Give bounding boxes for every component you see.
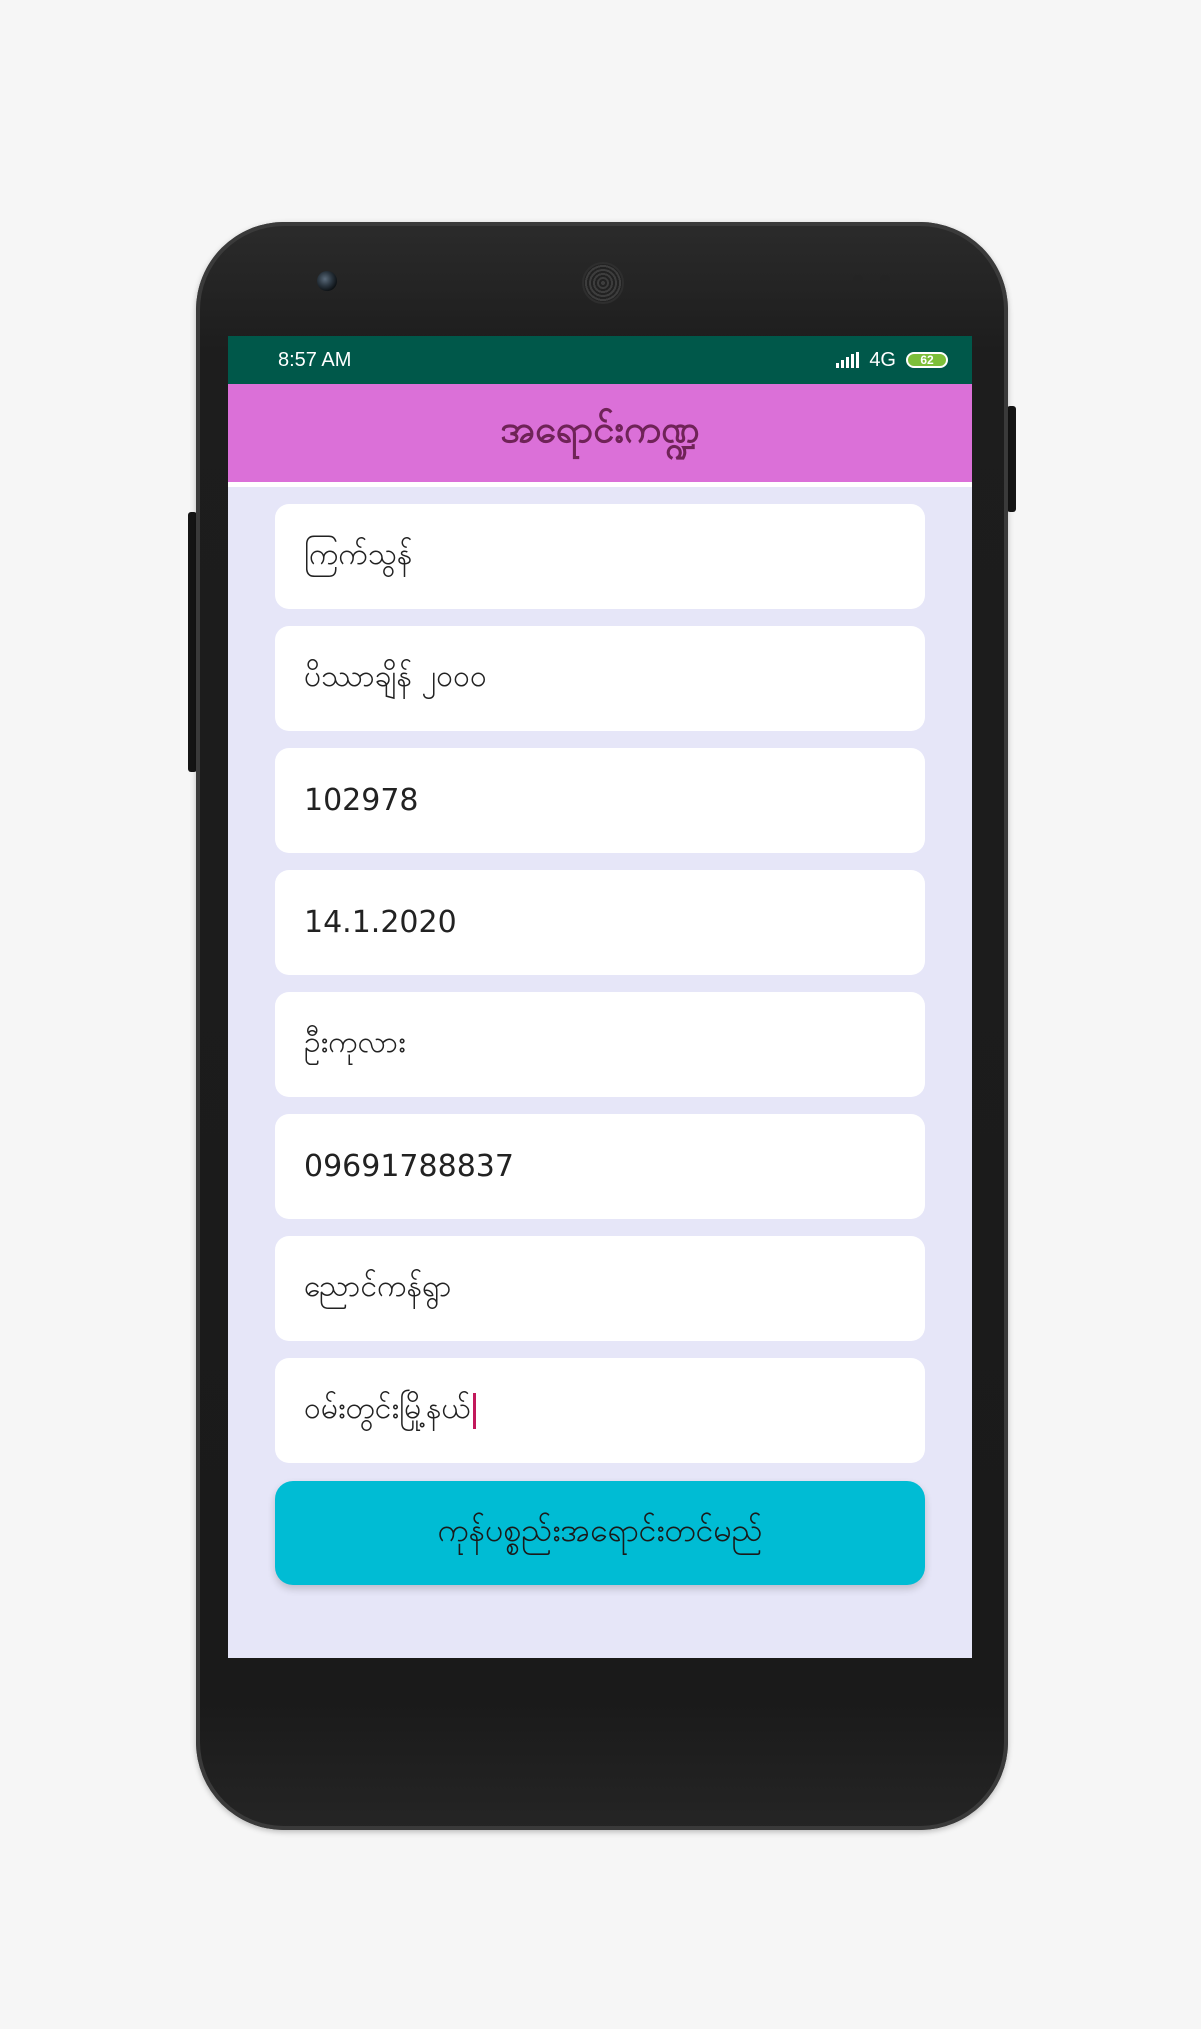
battery-level: 62: [920, 353, 934, 367]
sales-form: ကြက်သွန် ပိဿာချိန် ၂၀၀၀ 102978 14.1.2020…: [228, 487, 972, 1585]
front-camera-icon: [317, 271, 337, 291]
quantity-field[interactable]: ပိဿာချိန် ၂၀၀၀: [275, 626, 925, 731]
phone-screen: 8:57 AM 4G 62 အရောင်းကဏ္ဍ ကြက်သွန် ပိဿာခ…: [228, 336, 972, 1658]
township-field[interactable]: ဝမ်းတွင်းမြို့နယ်: [275, 1358, 925, 1463]
field-value: ညောင်ကန်ရွာ: [304, 1269, 452, 1304]
price-field[interactable]: 102978: [275, 748, 925, 853]
seller-name-field[interactable]: ဦးကုလား: [275, 992, 925, 1097]
field-value: ဦးကုလား: [304, 1025, 406, 1060]
submit-sale-button[interactable]: ကုန်ပစ္စည်းအရောင်းတင်မည်: [275, 1481, 925, 1585]
speaker-icon: [582, 262, 624, 304]
submit-label: ကုန်ပစ္စည်းအရောင်းတင်မည်: [437, 1511, 763, 1549]
product-name-field[interactable]: ကြက်သွန်: [275, 504, 925, 609]
stage: 8:57 AM 4G 62 အရောင်းကဏ္ဍ ကြက်သွန် ပိဿာခ…: [0, 0, 1201, 2029]
field-value: ပိဿာချိန် ၂၀၀၀: [304, 659, 487, 694]
field-value: 14.1.2020: [304, 905, 457, 940]
sensor-dot: [853, 275, 863, 285]
power-button: [1007, 406, 1016, 512]
field-value: 102978: [304, 783, 419, 818]
sensor-dot: [880, 275, 890, 285]
date-field[interactable]: 14.1.2020: [275, 870, 925, 975]
app-bar: အရောင်းကဏ္ဍ: [228, 384, 972, 487]
village-field[interactable]: ညောင်ကန်ရွာ: [275, 1236, 925, 1341]
status-time: 8:57 AM: [278, 348, 352, 371]
field-value: ကြက်သွန်: [304, 537, 413, 572]
battery-icon: 62: [906, 352, 948, 368]
page-title: အရောင်းကဏ္ဍ: [500, 407, 700, 451]
status-bar: 8:57 AM 4G 62: [228, 336, 972, 384]
status-icons: 4G 62: [836, 349, 948, 372]
signal-icon: [836, 352, 860, 368]
text-cursor: [472, 1392, 476, 1429]
network-type: 4G: [869, 348, 896, 371]
field-value: ဝမ်းတွင်းမြို့နယ်: [304, 1391, 471, 1426]
field-value: 09691788837: [304, 1149, 514, 1184]
phone-number-field[interactable]: 09691788837: [275, 1114, 925, 1219]
